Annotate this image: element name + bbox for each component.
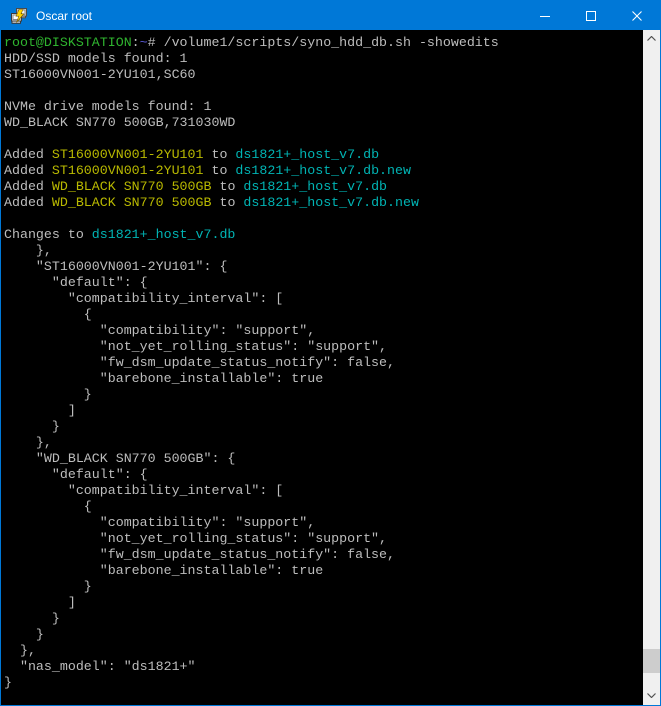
terminal-line: root@DISKSTATION:~# /volume1/scripts/syn… xyxy=(4,35,643,51)
terminal-line: }, xyxy=(4,243,643,259)
window-title: Oscar root xyxy=(36,9,522,23)
terminal-line: "ST16000VN001-2YU101": { xyxy=(4,259,643,275)
terminal-line: { xyxy=(4,499,643,515)
terminal-output[interactable]: root@DISKSTATION:~# /volume1/scripts/syn… xyxy=(1,30,643,705)
terminal-line: "compatibility": "support", xyxy=(4,323,643,339)
terminal-line xyxy=(4,83,643,99)
terminal-line: "default": { xyxy=(4,467,643,483)
close-icon xyxy=(632,11,642,21)
putty-window: Oscar root root@DISKSTATION:~# /volume1/… xyxy=(0,0,661,706)
putty-icon xyxy=(10,7,28,25)
terminal-line: "not_yet_rolling_status": "support", xyxy=(4,531,643,547)
terminal-line: { xyxy=(4,307,643,323)
scroll-down-button[interactable] xyxy=(643,687,660,704)
terminal-line: } xyxy=(4,579,643,595)
terminal-line: "WD_BLACK SN770 500GB": { xyxy=(4,451,643,467)
terminal-line: HDD/SSD models found: 1 xyxy=(4,51,643,67)
terminal-line: "not_yet_rolling_status": "support", xyxy=(4,339,643,355)
close-button[interactable] xyxy=(614,1,660,30)
terminal-line xyxy=(4,131,643,147)
window-content: root@DISKSTATION:~# /volume1/scripts/syn… xyxy=(1,30,660,705)
terminal-line: } xyxy=(4,387,643,403)
terminal-line: "barebone_installable": true xyxy=(4,563,643,579)
terminal-line: "nas_model": "ds1821+" xyxy=(4,659,643,675)
scrollbar[interactable] xyxy=(643,30,660,705)
minimize-icon xyxy=(540,11,550,21)
terminal-line xyxy=(4,211,643,227)
terminal-line: } xyxy=(4,611,643,627)
putty-app-icon[interactable] xyxy=(10,7,28,25)
terminal-line: } xyxy=(4,419,643,435)
terminal-line: } xyxy=(4,675,643,691)
terminal-line: "compatibility_interval": [ xyxy=(4,483,643,499)
terminal-line: ] xyxy=(4,595,643,611)
maximize-icon xyxy=(586,11,596,21)
terminal-line: "compatibility": "support", xyxy=(4,515,643,531)
scroll-up-button[interactable] xyxy=(643,30,660,47)
terminal-line: Changes to ds1821+_host_v7.db xyxy=(4,227,643,243)
title-bar[interactable]: Oscar root xyxy=(1,1,660,30)
terminal-line: ] xyxy=(4,403,643,419)
terminal-line: "compatibility_interval": [ xyxy=(4,291,643,307)
terminal-line: "fw_dsm_update_status_notify": false, xyxy=(4,547,643,563)
terminal-line: "default": { xyxy=(4,275,643,291)
scrollbar-thumb[interactable] xyxy=(643,649,660,673)
terminal-line: Added WD_BLACK SN770 500GB to ds1821+_ho… xyxy=(4,195,643,211)
terminal-line: }, xyxy=(4,435,643,451)
terminal-line: }, xyxy=(4,643,643,659)
terminal-line: Added ST16000VN001-2YU101 to ds1821+_hos… xyxy=(4,163,643,179)
chevron-up-icon xyxy=(647,36,656,41)
terminal-line: WD_BLACK SN770 500GB,731030WD xyxy=(4,115,643,131)
terminal-line: NVMe drive models found: 1 xyxy=(4,99,643,115)
terminal-line: "fw_dsm_update_status_notify": false, xyxy=(4,355,643,371)
maximize-button[interactable] xyxy=(568,1,614,30)
minimize-button[interactable] xyxy=(522,1,568,30)
terminal-line: } xyxy=(4,627,643,643)
terminal-line: ST16000VN001-2YU101,SC60 xyxy=(4,67,643,83)
terminal-line: Added WD_BLACK SN770 500GB to ds1821+_ho… xyxy=(4,179,643,195)
chevron-down-icon xyxy=(647,693,656,698)
terminal-line: "barebone_installable": true xyxy=(4,371,643,387)
terminal-line: Added ST16000VN001-2YU101 to ds1821+_hos… xyxy=(4,147,643,163)
